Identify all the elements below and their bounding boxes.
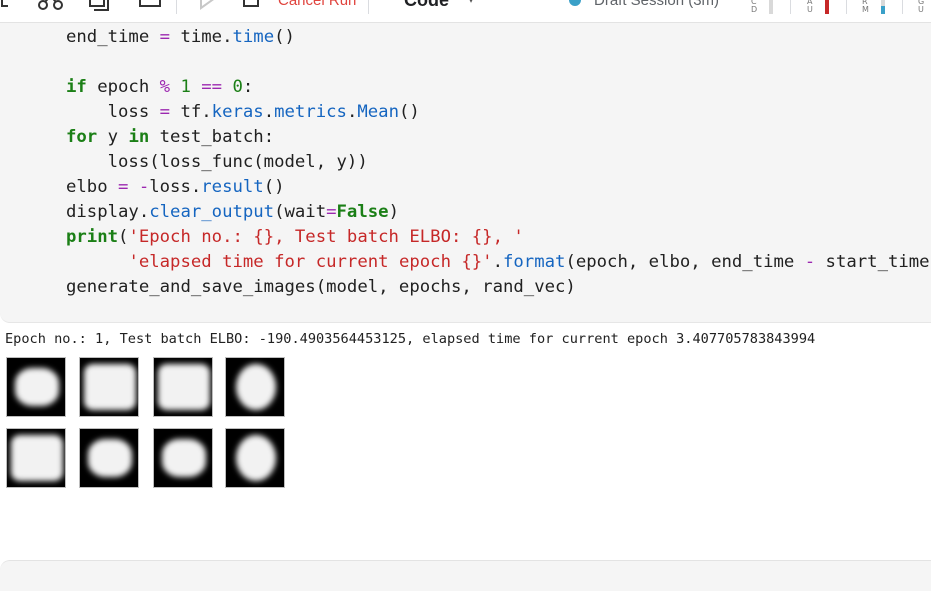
code-token: - bbox=[804, 252, 816, 272]
code-token: keras bbox=[211, 102, 264, 122]
toolbar-divider bbox=[902, 0, 903, 14]
code-token: time. bbox=[170, 27, 233, 47]
code-token: loss bbox=[66, 102, 160, 122]
toolbar-divider bbox=[790, 0, 791, 14]
code-editor[interactable]: end_time = time.time() if epoch % 1 == 0… bbox=[66, 25, 930, 300]
code-line[interactable]: print('Epoch no.: {}, Test batch ELBO: {… bbox=[66, 225, 930, 250]
code-token: . bbox=[346, 102, 358, 122]
code-line[interactable]: loss(loss_func(model, y)) bbox=[66, 150, 930, 175]
meter-label-acu: AU bbox=[807, 0, 813, 14]
cpu-usage-meter bbox=[825, 0, 829, 14]
code-token: == bbox=[201, 77, 223, 97]
code-token: in bbox=[128, 127, 150, 147]
code-token: 0 bbox=[232, 77, 243, 97]
code-token: . bbox=[263, 102, 275, 122]
session-label[interactable]: Draft Session (3m) bbox=[594, 0, 719, 14]
code-token: 1 bbox=[180, 77, 191, 97]
code-token: clear_output bbox=[149, 202, 275, 222]
code-token: start_time bbox=[815, 252, 930, 272]
code-token: = bbox=[159, 27, 171, 47]
code-token: () bbox=[263, 177, 285, 197]
toolbar-divider bbox=[846, 0, 847, 14]
code-token: time bbox=[232, 27, 275, 47]
chevron-down-icon[interactable]: ▾ bbox=[468, 0, 474, 14]
code-token: Mean bbox=[357, 102, 399, 122]
code-token: (wait bbox=[274, 202, 327, 222]
code-token: elbo bbox=[66, 177, 119, 197]
code-line[interactable]: loss = tf.keras.metrics.Mean() bbox=[66, 100, 930, 125]
copy-icon[interactable] bbox=[88, 0, 114, 14]
code-token: = bbox=[159, 102, 171, 122]
code-line[interactable]: if epoch % 1 == 0: bbox=[66, 75, 930, 100]
generated-digit-2 bbox=[79, 357, 139, 417]
code-token: 'Epoch no.: {}, Test batch ELBO: {}, ' bbox=[128, 227, 524, 247]
meter-label-cpu: CD bbox=[751, 0, 758, 14]
code-token: = bbox=[118, 177, 129, 197]
cancel-run-button[interactable]: Cancel Run bbox=[278, 0, 356, 14]
generated-digit-7 bbox=[153, 428, 213, 488]
generated-digit-3 bbox=[153, 357, 213, 417]
meter-label-ram: RM bbox=[862, 0, 869, 14]
code-token: loss(loss_func(model, y)) bbox=[66, 152, 368, 172]
meter-label-gpu: GU bbox=[918, 0, 925, 14]
code-token: . bbox=[492, 252, 503, 272]
code-token: False bbox=[336, 202, 389, 222]
code-token: = bbox=[326, 202, 337, 222]
code-token: display. bbox=[66, 202, 150, 222]
code-token: 'elapsed time for current epoch {}' bbox=[128, 252, 493, 272]
code-cell[interactable]: end_time = time.time() if epoch % 1 == 0… bbox=[0, 23, 931, 323]
generated-digit-8 bbox=[225, 428, 285, 488]
code-token: tf. bbox=[170, 102, 212, 122]
code-line[interactable]: end_time = time.time() bbox=[66, 25, 930, 50]
code-line[interactable]: for y in test_batch: bbox=[66, 125, 930, 150]
code-token: if bbox=[66, 77, 87, 97]
code-token: - bbox=[138, 177, 150, 197]
cut-icon[interactable] bbox=[38, 0, 64, 14]
toolbar-divider bbox=[176, 0, 177, 14]
insert-cell-icon[interactable] bbox=[0, 0, 14, 14]
code-line[interactable]: 'elapsed time for current epoch {}'.form… bbox=[66, 250, 930, 275]
ram-meter bbox=[881, 0, 885, 14]
paste-icon[interactable] bbox=[138, 0, 164, 14]
code-token: for bbox=[66, 127, 98, 147]
stop-icon[interactable] bbox=[242, 0, 262, 14]
toolbar-divider bbox=[368, 0, 369, 14]
cell-type-select[interactable]: Code bbox=[404, 0, 449, 12]
cell-output-text: Epoch no.: 1, Test batch ELBO: -190.4903… bbox=[5, 331, 816, 347]
code-token: generate_and_save_images(model, epochs, … bbox=[66, 277, 576, 297]
code-token: ( bbox=[118, 227, 129, 247]
notebook-toolbar: Cancel Run Code ▾ Draft Session (3m) CD … bbox=[0, 0, 931, 23]
generated-digit-1 bbox=[6, 357, 66, 417]
code-token: format bbox=[503, 252, 566, 272]
code-token: () bbox=[274, 27, 295, 47]
code-token: () bbox=[398, 102, 420, 122]
code-line[interactable]: display.clear_output(wait=False) bbox=[66, 200, 930, 225]
generated-digit-5 bbox=[6, 428, 66, 488]
code-line[interactable]: generate_and_save_images(model, epochs, … bbox=[66, 275, 930, 300]
code-line[interactable] bbox=[66, 50, 930, 75]
code-token: test_batch: bbox=[149, 127, 275, 147]
run-icon[interactable] bbox=[198, 0, 218, 14]
code-token: ) bbox=[388, 202, 399, 222]
code-token: end_time bbox=[66, 27, 160, 47]
generated-digit-6 bbox=[79, 428, 139, 488]
code-token: epoch bbox=[86, 77, 160, 97]
code-token: % bbox=[159, 77, 171, 97]
code-line[interactable]: elbo = -loss.result() bbox=[66, 175, 930, 200]
code-token: y bbox=[97, 127, 129, 147]
generated-digit-4 bbox=[225, 357, 285, 417]
code-token: loss. bbox=[149, 177, 202, 197]
cpu-meter bbox=[769, 0, 773, 14]
code-token: metrics bbox=[274, 102, 347, 122]
code-token: result bbox=[201, 177, 264, 197]
code-token: (epoch, elbo, end_time bbox=[565, 252, 805, 272]
session-status-icon bbox=[569, 0, 581, 6]
code-token: print bbox=[66, 227, 119, 247]
code-token: : bbox=[242, 77, 254, 97]
